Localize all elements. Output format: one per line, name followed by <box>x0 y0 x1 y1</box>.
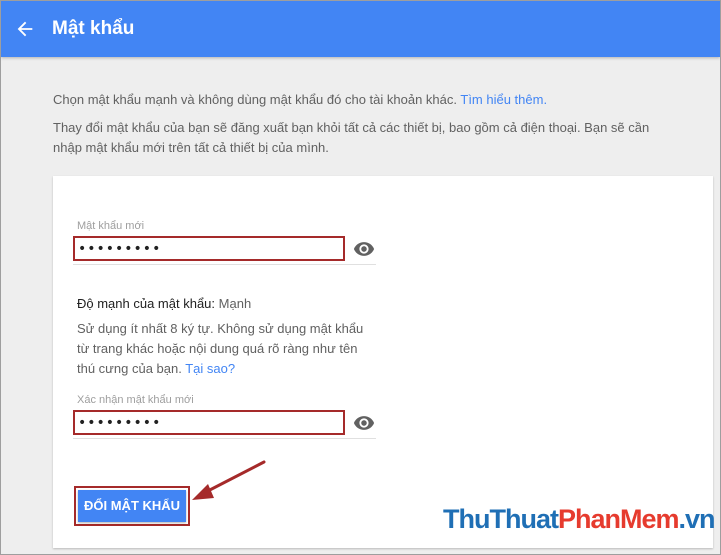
confirm-password-underline <box>73 438 376 439</box>
password-card: Mật khẩu mới Độ mạnh của mật khẩu: Mạnh … <box>53 176 713 548</box>
arrow-back-icon <box>17 21 33 37</box>
page-title: Mật khẩu <box>52 18 135 39</box>
new-password-input[interactable] <box>75 238 346 259</box>
new-password-underline <box>73 264 376 265</box>
confirm-password-visibility-toggle[interactable] <box>352 411 376 435</box>
new-password-visibility-toggle[interactable] <box>352 237 376 261</box>
intro-line-1: Chọn mật khẩu mạnh và không dùng mật khẩ… <box>53 90 653 110</box>
strength-label: Độ mạnh của mật khẩu: <box>77 296 216 311</box>
intro-text: Chọn mật khẩu mạnh và không dùng mật khẩ… <box>53 90 653 158</box>
strength-value: Mạnh <box>218 296 252 311</box>
eye-icon <box>353 242 375 256</box>
eye-icon <box>353 416 375 430</box>
confirm-password-input[interactable] <box>75 412 346 433</box>
watermark-part-3: .vn <box>678 504 716 534</box>
new-password-label: Mật khẩu mới <box>77 220 145 232</box>
change-password-button[interactable]: ĐỔI MẬT KHẨU <box>78 490 187 522</box>
password-strength: Độ mạnh của mật khẩu: Mạnh <box>77 296 251 311</box>
annotation-arrow-icon <box>192 460 266 500</box>
intro-line-2: Thay đổi mật khẩu của bạn sẽ đăng xuất b… <box>53 120 650 155</box>
confirm-password-label: Xác nhận mật khẩu mới <box>77 394 194 406</box>
why-link[interactable]: Tại sao? <box>185 361 235 376</box>
watermark-part-1: ThuThuat <box>443 504 559 534</box>
app-bar: Mật khẩu <box>1 1 720 57</box>
new-password-highlight <box>73 236 346 261</box>
watermark-part-2: PhanMem <box>557 504 680 534</box>
intro-line-1-text: Chọn mật khẩu mạnh và không dùng mật khẩ… <box>53 92 457 107</box>
watermark-logo: ThuThuatPhanMem.vn <box>443 504 716 535</box>
window: Mật khẩu Chọn mật khẩu mạnh và không dùn… <box>0 0 721 555</box>
confirm-password-highlight <box>73 410 346 435</box>
submit-highlight: ĐỔI MẬT KHẨU <box>74 486 191 526</box>
password-advice: Sử dụng ít nhất 8 ký tự. Không sử dụng m… <box>77 319 377 379</box>
back-button[interactable] <box>7 11 43 47</box>
learn-more-link[interactable]: Tìm hiểu thêm. <box>460 92 547 107</box>
